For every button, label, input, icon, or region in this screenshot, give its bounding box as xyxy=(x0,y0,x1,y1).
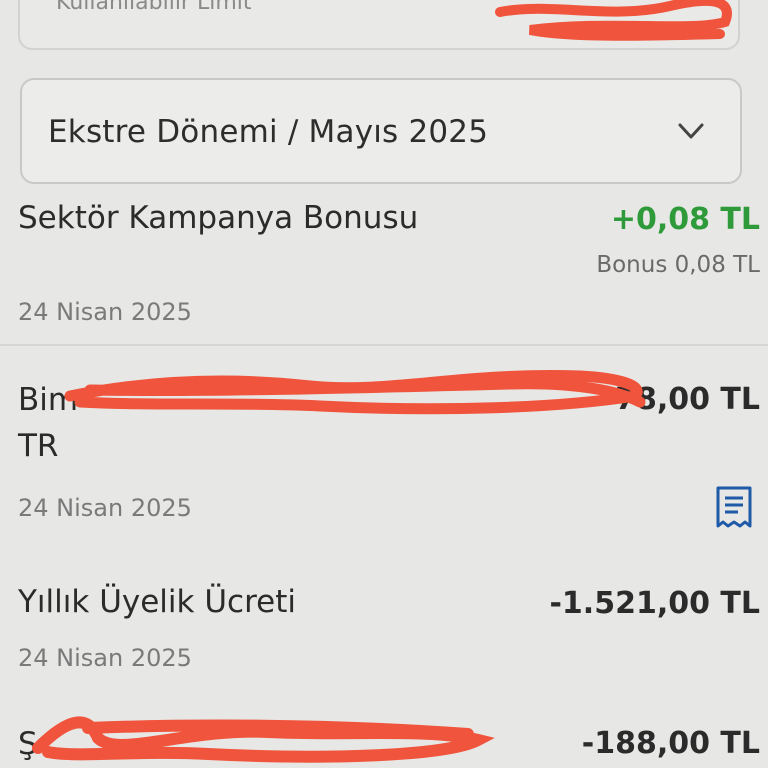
transaction-title: Bim xyxy=(18,382,79,418)
transaction-row[interactable]: Yıllık Üyelik Ücreti -1.521,00 TL 24 Nis… xyxy=(0,568,768,698)
transaction-title: Ş xyxy=(18,726,38,762)
transaction-row[interactable]: Sektör Kampanya Bonusu +0,08 TL Bonus 0,… xyxy=(0,196,768,344)
bonus-text: Bonus 0,08 TL xyxy=(596,252,760,278)
available-limit-label: Kullanılabilir Limit xyxy=(56,0,252,15)
statement-period-dropdown[interactable]: Ekstre Dönemi / Mayıs 2025 xyxy=(20,78,742,184)
divider xyxy=(0,344,768,346)
transaction-date: 24 Nisan 2025 xyxy=(18,298,192,326)
transaction-title-line2: TR xyxy=(18,428,59,464)
receipt-icon[interactable] xyxy=(712,484,756,532)
transaction-amount: 78,00 TL xyxy=(615,382,760,417)
transaction-title: Sektör Kampanya Bonusu xyxy=(18,200,419,236)
statement-period-label: Ekstre Dönemi / Mayıs 2025 xyxy=(48,114,489,150)
transaction-row[interactable]: Ş -188,00 TL xyxy=(0,712,768,768)
transaction-row[interactable]: Bim TR 78,00 TL 24 Nisan 2025 xyxy=(0,360,768,540)
chevron-down-icon xyxy=(678,123,704,139)
transaction-date: 24 Nisan 2025 xyxy=(18,644,192,672)
transaction-amount: -1.521,00 TL xyxy=(549,586,760,621)
transaction-date: 24 Nisan 2025 xyxy=(18,494,192,522)
transaction-title: Yıllık Üyelik Ücreti xyxy=(18,584,296,620)
available-limit-card: Kullanılabilir Limit xyxy=(18,0,740,50)
transaction-amount: -188,00 TL xyxy=(581,726,760,761)
transaction-amount: +0,08 TL xyxy=(610,202,760,237)
